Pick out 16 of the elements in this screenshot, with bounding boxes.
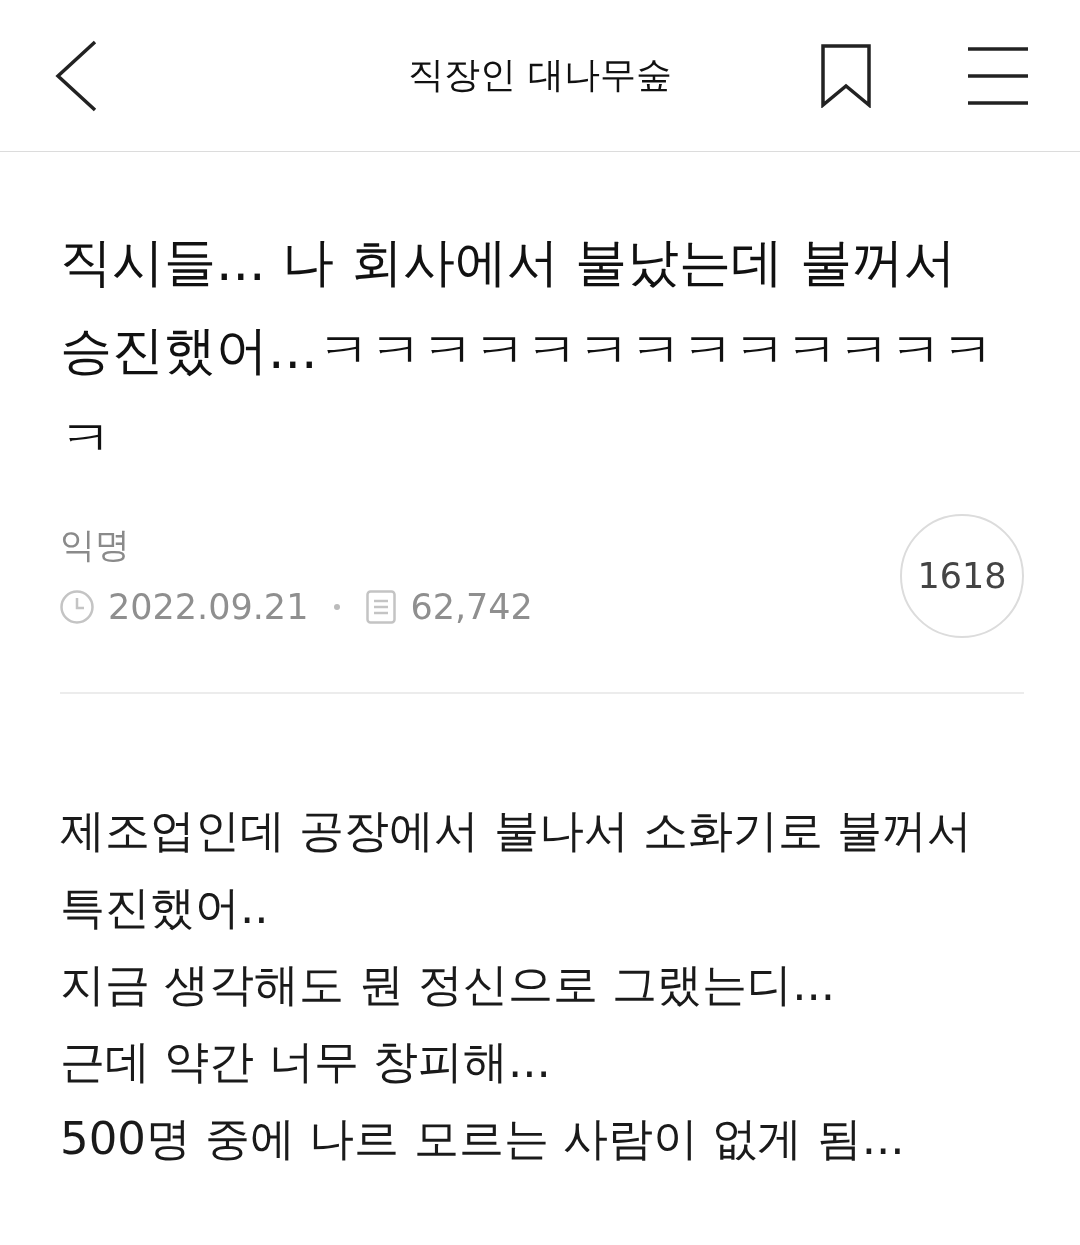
body-text-line: 500명 중에 나르 모르는 사람이 없게 됨... <box>60 1111 906 1167</box>
view-count: 62,742 <box>410 586 533 629</box>
separator-dot <box>334 604 341 610</box>
body-text-line: 근데 약간 너무 창피해... <box>60 1034 552 1090</box>
header-title: 직장인 대나무숲 <box>408 53 672 97</box>
menu-icon[interactable] <box>968 46 1028 105</box>
bookmark-icon[interactable] <box>821 43 871 108</box>
post-date: 2022.09.21 <box>108 586 309 629</box>
body-text-line: 지금 생각해도 뭔 정신으로 그랬는디... <box>60 957 837 1013</box>
clock-icon <box>60 590 94 624</box>
author-name: 익명 <box>60 524 131 567</box>
comment-count-badge[interactable]: 1618 <box>900 514 1024 638</box>
back-icon[interactable] <box>55 39 97 112</box>
document-icon <box>366 590 397 624</box>
body-text-line: 제조업인데 공장에서 불나서 소화기로 불꺼서 특진했어.. <box>60 803 974 936</box>
post-title: 직시들... 나 회사에서 불났는데 불꺼서 승진했어...ㅋㅋㅋㅋㅋㅋㅋㅋㅋㅋㅋㅋㅋㅋ <box>60 231 995 470</box>
